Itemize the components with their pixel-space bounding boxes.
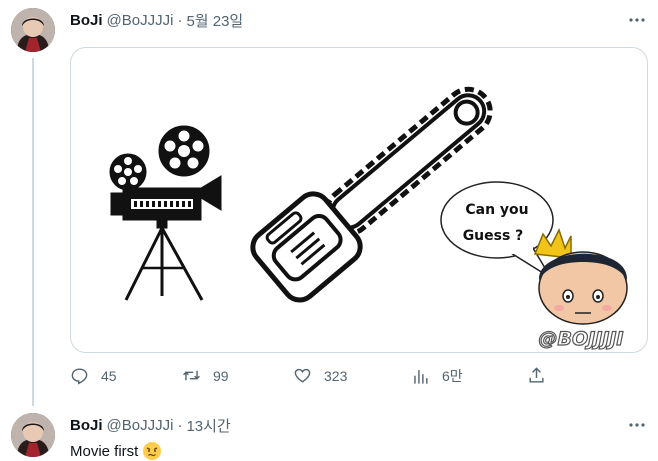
author-handle[interactable]: @BoJJJJi [107,417,174,434]
separator-dot: · [177,12,183,29]
like-button[interactable]: 323 [293,366,347,385]
views-count: 6만 [442,368,463,384]
author-name[interactable]: BoJi [70,417,103,434]
author-handle[interactable]: @BoJJJJi [107,12,174,29]
action-bar: 45 99 323 6만 [70,366,550,388]
more-icon [629,423,645,427]
retweet-button[interactable]: 99 [182,366,229,385]
views-icon [414,369,428,384]
thread-line [32,58,34,406]
reply-icon [71,368,88,385]
bubble-text-line2: Guess ? [463,228,524,244]
more-icon [629,18,645,22]
share-button[interactable] [527,366,546,385]
speech-bubble: Can you Guess ? [440,181,554,279]
reply-header: BoJi @BoJJJJi · 13시간 [70,415,231,436]
separator-dot: · [177,417,183,434]
like-icon [294,368,311,383]
like-count: 323 [324,367,348,384]
tweet-header: BoJi @BoJJJJi · 5월 23일 [70,10,243,31]
tweet-media[interactable]: Can you Guess ? @BOJJJJI [70,47,648,353]
reply-count: 45 [101,367,117,384]
film-camera-icon [109,125,222,301]
author-name[interactable]: BoJi [70,12,103,29]
character-illustration [533,228,628,325]
reply-button[interactable]: 45 [70,366,117,385]
reply-body: Movie first [70,441,162,461]
tweet-date[interactable]: 5월 23일 [186,10,243,31]
watermark: @BOJJJJI [539,328,624,350]
share-icon [529,367,544,383]
more-button[interactable] [625,413,649,437]
views-button[interactable]: 6만 [411,366,463,386]
bubble-text-line1: Can you [465,202,528,218]
avatar[interactable] [11,8,55,52]
avatar[interactable] [11,413,55,457]
more-button[interactable] [625,8,649,32]
retweet-count: 99 [213,367,229,384]
reply-text: Movie first [70,442,139,460]
retweet-icon [183,370,200,381]
reply-time[interactable]: 13시간 [186,415,230,436]
confused-emoji-icon [143,442,162,460]
